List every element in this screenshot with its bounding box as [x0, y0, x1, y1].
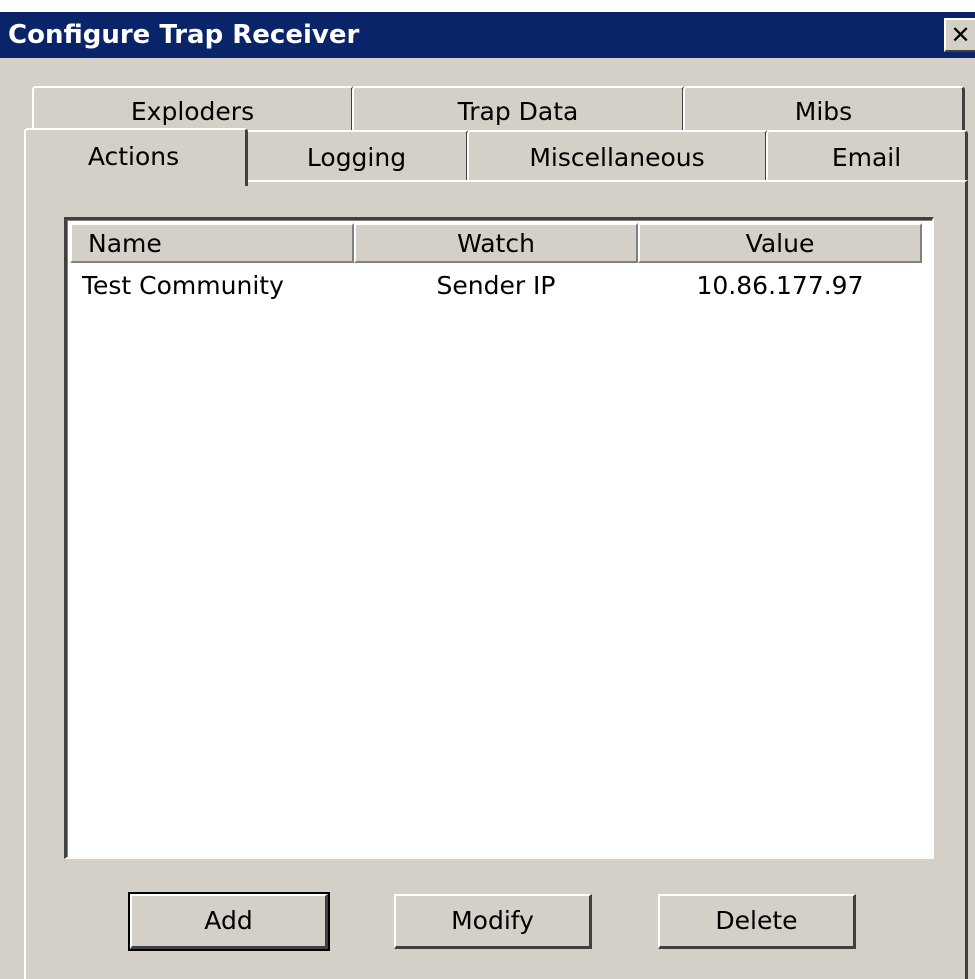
window-title: Configure Trap Receiver	[8, 20, 360, 50]
dialog-window: Configure Trap Receiver ✕ Exploders Trap…	[0, 0, 975, 979]
button-label: Modify	[451, 906, 534, 935]
tab-label: Actions	[87, 142, 180, 171]
column-header-label: Watch	[457, 229, 535, 258]
column-header-watch[interactable]: Watch	[354, 223, 638, 263]
tab-miscellaneous[interactable]: Miscellaneous	[467, 130, 768, 180]
column-header-value[interactable]: Value	[638, 223, 922, 263]
tab-label: Trap Data	[457, 97, 579, 126]
cell-name: Test Community	[82, 271, 284, 300]
tab-email[interactable]: Email	[766, 130, 968, 180]
add-button[interactable]: Add	[128, 892, 330, 951]
tab-logging[interactable]: Logging	[245, 130, 469, 180]
tab-label: Logging	[306, 143, 407, 172]
window-top-edge	[0, 0, 975, 12]
title-bar[interactable]: Configure Trap Receiver ✕	[0, 12, 975, 58]
tab-mibs[interactable]: Mibs	[683, 86, 965, 132]
tab-trap-data[interactable]: Trap Data	[352, 86, 685, 132]
delete-button[interactable]: Delete	[658, 894, 856, 949]
cell-value: 10.86.177.97	[696, 271, 864, 300]
actions-list[interactable]: Name Watch Value Test Community Sender I…	[64, 217, 934, 859]
modify-button[interactable]: Modify	[394, 894, 592, 949]
tab-actions[interactable]: Actions	[24, 128, 248, 186]
cell-watch: Sender IP	[436, 271, 556, 300]
close-icon: ✕	[950, 21, 971, 49]
button-label: Delete	[715, 906, 798, 935]
tab-exploders[interactable]: Exploders	[32, 86, 354, 132]
tab-label: Mibs	[794, 97, 853, 126]
tab-label: Email	[831, 143, 902, 172]
tab-label: Miscellaneous	[529, 143, 705, 172]
column-header-label: Name	[88, 229, 162, 258]
actions-list-body: Name Watch Value Test Community Sender I…	[67, 220, 932, 857]
close-button[interactable]: ✕	[944, 18, 975, 52]
column-header-name[interactable]: Name	[70, 223, 354, 263]
column-header-label: Value	[745, 229, 815, 258]
button-label: Add	[204, 906, 253, 935]
